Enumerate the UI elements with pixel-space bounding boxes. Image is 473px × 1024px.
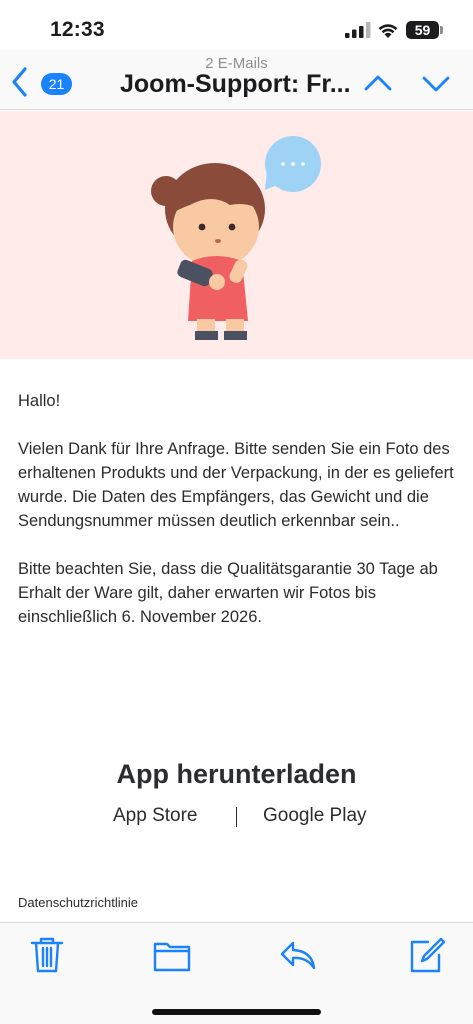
girl-with-phone-illustration: [151, 136, 321, 340]
battery-level: 59: [414, 22, 431, 38]
store-divider: [236, 807, 237, 827]
chevron-down-icon[interactable]: [420, 70, 452, 96]
back-count-badge[interactable]: 21: [41, 73, 72, 95]
hero-banner: [0, 111, 473, 359]
email-body: Hallo! Vielen Dank für Ihre Anfrage. Bit…: [18, 389, 458, 653]
battery-icon: 59: [406, 21, 439, 39]
folder-icon[interactable]: [152, 935, 192, 975]
privacy-policy-link[interactable]: Datenschutzrichtlinie: [18, 895, 138, 910]
reply-icon[interactable]: [278, 935, 318, 975]
chevron-up-icon[interactable]: [362, 70, 394, 96]
compose-icon[interactable]: [406, 935, 446, 975]
battery-tip: [440, 26, 443, 34]
wifi-icon: [378, 24, 398, 38]
google-play-link[interactable]: Google Play: [263, 805, 367, 827]
home-indicator: [152, 1009, 321, 1015]
email-subject-title: Joom-Support: Fr...: [120, 70, 351, 98]
bottom-toolbar: [0, 922, 473, 1024]
email-paragraph-1: Vielen Dank für Ihre Anfrage. Bitte send…: [18, 440, 454, 530]
signal-icon: [345, 22, 371, 38]
status-time: 12:33: [50, 18, 105, 41]
nav-bar: 21 2 E-Mails Joom-Support: Fr...: [0, 50, 473, 110]
email-paragraph-2: Bitte beachten Sie, dass die Qualitätsga…: [18, 560, 438, 626]
status-bar: 12:33 59: [0, 0, 473, 50]
trash-icon[interactable]: [27, 935, 67, 975]
store-links: App Store Google Play: [0, 805, 473, 829]
speech-bubble-icon: [265, 136, 321, 192]
app-download-title: App herunterladen: [116, 759, 357, 789]
email-greeting: Hallo!: [18, 392, 61, 410]
app-store-link[interactable]: App Store: [113, 805, 198, 827]
